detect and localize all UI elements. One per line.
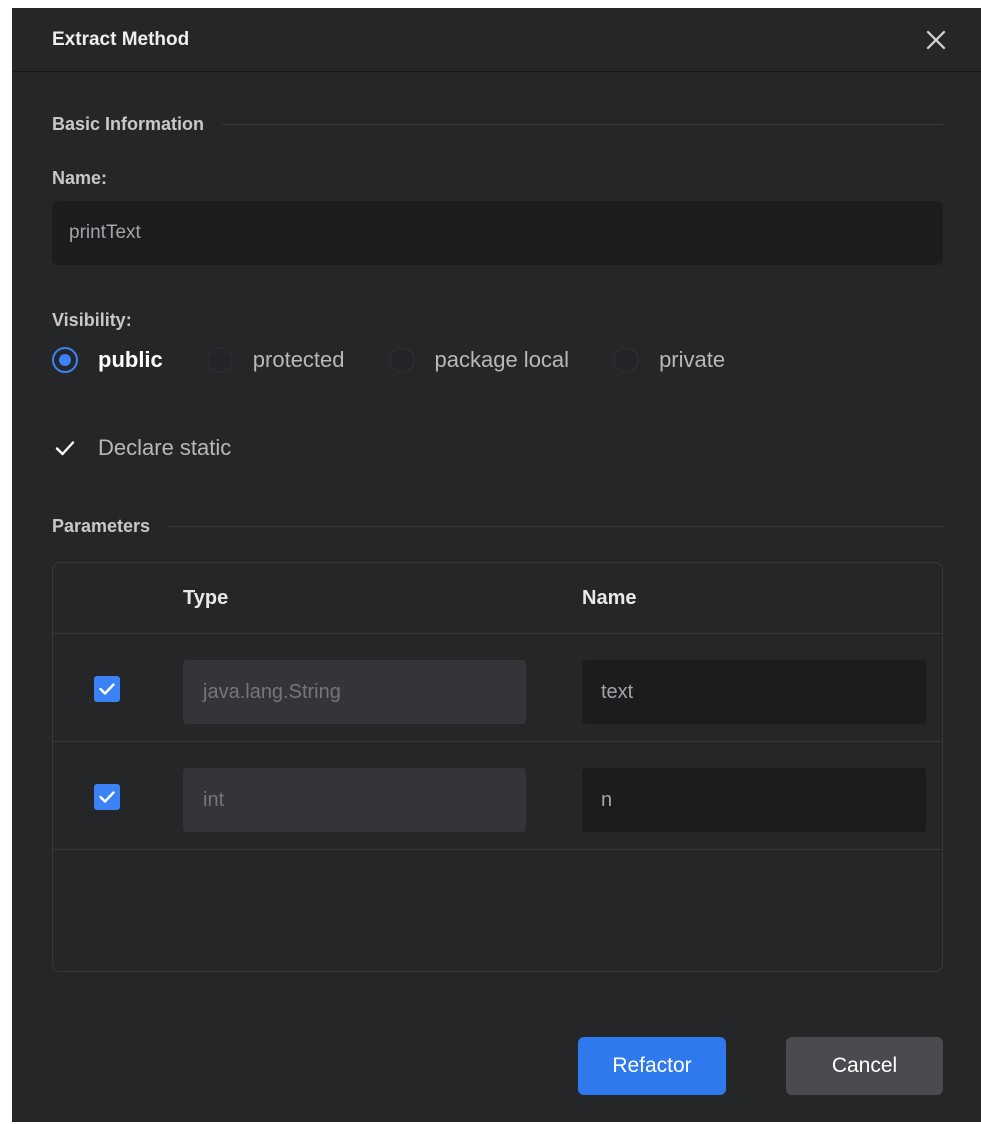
close-icon[interactable]: [924, 28, 948, 52]
basic-information-heading: Basic Information: [52, 114, 205, 134]
table-row: int: [53, 742, 942, 850]
column-header-type: Type: [183, 587, 229, 609]
radio-label: protected: [252, 347, 345, 372]
radio-package-local[interactable]: package local: [388, 347, 570, 373]
radio-label: public: [98, 347, 163, 372]
dialog-title: Extract Method: [52, 28, 190, 50]
section-divider: [222, 124, 943, 125]
parameter-type-field: java.lang.String: [183, 660, 526, 724]
checkmark-icon: [99, 791, 115, 803]
column-header-name: Name: [582, 587, 637, 609]
radio-label: private: [659, 347, 726, 372]
declare-static-label: Declare static: [98, 435, 232, 460]
radio-unselected-icon: [206, 347, 233, 373]
visibility-label: Visibility:: [52, 310, 132, 330]
checkmark-icon: [99, 683, 115, 695]
parameters-heading: Parameters: [52, 516, 151, 536]
table-row: java.lang.String: [53, 634, 942, 742]
radio-public[interactable]: public: [52, 347, 163, 373]
section-divider: [168, 526, 943, 527]
refactor-button[interactable]: Refactor: [578, 1037, 726, 1095]
parameters-header: Parameters: [52, 516, 943, 537]
checkmark-icon: [55, 441, 75, 456]
dialog-titlebar: Extract Method: [12, 8, 981, 72]
radio-private[interactable]: private: [613, 347, 725, 373]
parameters-table: Type Name java.lang.String int: [52, 562, 943, 972]
table-header: Type Name: [53, 563, 942, 634]
basic-information-header: Basic Information: [52, 114, 943, 135]
radio-unselected-icon: [613, 347, 640, 373]
declare-static-checkbox[interactable]: Declare static: [52, 435, 231, 461]
parameter-name-input[interactable]: [582, 768, 926, 832]
parameter-type-field: int: [183, 768, 526, 832]
parameter-name-input[interactable]: [582, 660, 926, 724]
name-label: Name:: [52, 168, 108, 188]
parameter-checkbox[interactable]: [94, 784, 120, 810]
cancel-button[interactable]: Cancel: [786, 1037, 943, 1095]
radio-unselected-icon: [388, 347, 415, 373]
visibility-radio-group: public protected package local private: [52, 343, 769, 377]
extract-method-dialog: Extract Method Basic Information Name: V…: [12, 8, 981, 1122]
radio-protected[interactable]: protected: [206, 347, 345, 373]
parameter-checkbox[interactable]: [94, 676, 120, 702]
radio-selected-icon: [52, 347, 78, 373]
method-name-input[interactable]: [52, 201, 943, 265]
radio-label: package local: [434, 347, 570, 372]
